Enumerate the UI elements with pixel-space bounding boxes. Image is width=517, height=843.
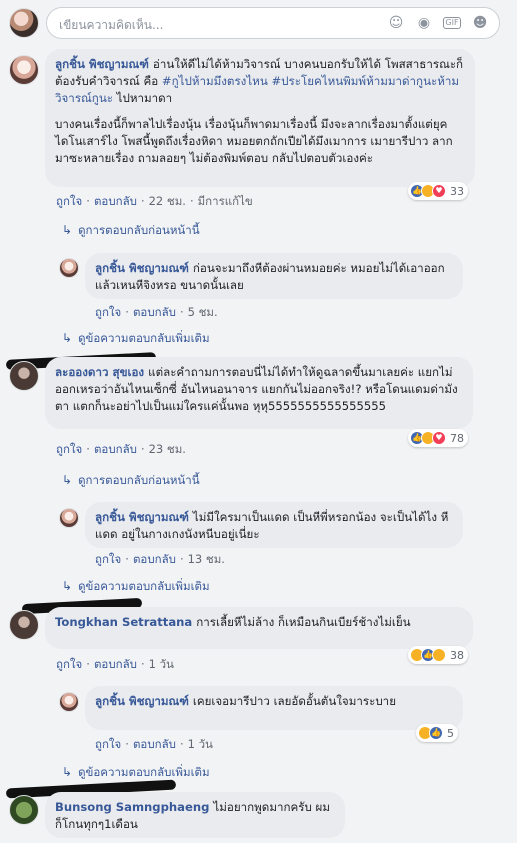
separator: · [179, 737, 184, 751]
edited-label[interactable]: มีการแก้ไข [198, 194, 253, 208]
reply-arrow-icon: ↳ [62, 331, 73, 345]
comment-actions: ถูกใจ · ตอบกลับ · 22 ชม. · มีการแก้ไข [56, 193, 253, 211]
reply-link[interactable]: ตอบกลับ [94, 194, 137, 208]
separator: · [189, 194, 194, 208]
view-previous-replies-label: ดูการตอบกลับก่อนหน้านี้ [78, 473, 200, 487]
comment-actions: ถูกใจ · ตอบกลับ · 13 ชม. [95, 551, 225, 569]
smile-icon[interactable]: ☺ [387, 14, 405, 32]
comment-author[interactable]: ลูกชิ้น พิชญามณฑ์ [95, 261, 189, 275]
comment-paragraph: บางคนเรื่องนี้ก็พาลไปเรื่องนุ้น เรื่องนุ… [55, 117, 453, 165]
reply-link[interactable]: ตอบกลับ [133, 552, 176, 566]
view-more-replies[interactable]: ↳ ดูข้อความตอบกลับเพิ่มเติม [62, 764, 210, 782]
comment-author[interactable]: ลูกชิ้น พิชญามณฑ์ [95, 510, 189, 524]
reply-arrow-icon: ↳ [62, 579, 73, 593]
comment-composer[interactable]: เขียนความคิดเห็น... ☺ ◉ GIF ☻ [46, 7, 500, 39]
view-more-replies-label: ดูข้อความตอบกลับเพิ่มเติม [78, 331, 210, 345]
reaction-count: 5 [447, 726, 454, 740]
reaction-summary[interactable]: 👍 ♥ 78 [408, 429, 468, 447]
reply-arrow-icon: ↳ [62, 765, 73, 779]
separator: · [140, 194, 145, 208]
separator: · [125, 737, 129, 751]
reply-link[interactable]: ตอบกลับ [133, 737, 176, 751]
comment-actions: ถูกใจ · ตอบกลับ · 1 วัน [95, 736, 213, 754]
reply-arrow-icon: ↳ [62, 473, 73, 487]
separator: · [140, 442, 145, 456]
reaction-summary[interactable]: 👍 5 [416, 724, 458, 742]
comment-bubble: Tongkhan Setrattana การเลี้ยหีไม่ล้าง ก็เ… [45, 607, 473, 649]
comment-bubble: ลูกชิ้น พิชญามณฑ์ อ่านให้ดีไม่ได้ห้ามวิจา… [45, 49, 475, 187]
comment-bubble: ลูกชิ้น พิชญามณฑ์ เคยเจอมารีปาว เลยอัดอั้… [85, 686, 463, 730]
timestamp[interactable]: 1 วัน [149, 657, 174, 671]
love-icon: ♥ [432, 431, 446, 445]
like-link[interactable]: ถูกใจ [95, 737, 121, 751]
avatar[interactable] [59, 508, 79, 528]
comment-bubble: Bunsong Samngphaeng ไม่อยากพูดมากครับ ผมก… [45, 792, 345, 838]
separator: · [125, 552, 129, 566]
like-link[interactable]: ถูกใจ [95, 305, 121, 319]
reply-link[interactable]: ตอบกลับ [94, 442, 137, 456]
timestamp[interactable]: 22 ชม. [149, 194, 186, 208]
separator: · [86, 657, 90, 671]
like-link[interactable]: ถูกใจ [56, 657, 82, 671]
comment-text: การเลี้ยหีไม่ล้าง ก็เหมือนกินเบียร์ช้างไ… [196, 615, 411, 629]
reply-link[interactable]: ตอบกลับ [94, 657, 137, 671]
reaction-count: 33 [450, 184, 464, 198]
camera-icon[interactable]: ◉ [415, 14, 433, 32]
reaction-count: 38 [450, 648, 464, 662]
reply-link[interactable]: ตอบกลับ [133, 305, 176, 319]
view-more-replies-label: ดูข้อความตอบกลับเพิ่มเติม [78, 765, 210, 779]
view-previous-replies[interactable]: ↳ ดูการตอบกลับก่อนหน้านี้ [62, 472, 200, 490]
comment-author[interactable]: ละอองดาว สุขเอง [55, 365, 144, 379]
separator: · [86, 194, 90, 208]
avatar[interactable] [59, 258, 79, 278]
like-link[interactable]: ถูกใจ [56, 442, 82, 456]
avatar[interactable] [9, 361, 39, 391]
composer-placeholder: เขียนความคิดเห็น... [59, 18, 164, 32]
reaction-summary[interactable]: 👍 38 [408, 646, 468, 664]
avatar[interactable] [9, 795, 39, 825]
reaction-summary[interactable]: 👍 ♥ 33 [408, 182, 468, 200]
avatar[interactable] [9, 55, 39, 85]
view-more-replies-label: ดูข้อความตอบกลับเพิ่มเติม [78, 579, 210, 593]
view-more-replies[interactable]: ↳ ดูข้อความตอบกลับเพิ่มเติม [62, 330, 210, 348]
like-link[interactable]: ถูกใจ [95, 552, 121, 566]
comment-bubble: ลูกชิ้น พิชญามณฑ์ ไม่มีใครมาเป็นแดด เป็นห… [85, 502, 463, 548]
current-user-avatar[interactable] [9, 8, 39, 38]
avatar[interactable] [9, 610, 39, 640]
hashtag[interactable]: #กูไปห้ามมึงตรงไหน [162, 74, 268, 88]
comment-actions: ถูกใจ · ตอบกลับ · 23 ชม. [56, 441, 186, 459]
comment-bubble: ละอองดาว สุขเอง แต่ละคำถามการตอบนี่ไม่ได้… [45, 357, 473, 429]
separator: · [125, 305, 129, 319]
comment-author[interactable]: ลูกชิ้น พิชญามณฑ์ [55, 57, 149, 71]
comment-actions: ถูกใจ · ตอบกลับ · 5 ชม. [95, 304, 218, 322]
comment-text: เคยเจอมารีปาว เลยอัดอั้นตันใจมาระบาย [192, 694, 396, 708]
avatar[interactable] [59, 692, 79, 712]
separator: · [179, 305, 184, 319]
separator: · [179, 552, 184, 566]
wow-icon [432, 648, 446, 662]
comment-text: ไปหามาดา [112, 91, 173, 105]
reply-arrow-icon: ↳ [62, 223, 73, 237]
comment-bubble: ลูกชิ้น พิชญามณฑ์ ก่อนจะมาถึงหีต้องผ่านหม… [85, 253, 463, 299]
sticker-icon[interactable]: ☻ [471, 14, 489, 32]
separator: · [86, 442, 90, 456]
comment-author[interactable]: ลูกชิ้น พิชญามณฑ์ [95, 694, 189, 708]
view-previous-replies[interactable]: ↳ ดูการตอบกลับก่อนหน้านี้ [62, 222, 200, 240]
separator: · [140, 657, 145, 671]
timestamp[interactable]: 23 ชม. [149, 442, 186, 456]
timestamp[interactable]: 13 ชม. [188, 552, 225, 566]
like-link[interactable]: ถูกใจ [56, 194, 82, 208]
love-icon: ♥ [432, 184, 446, 198]
comment-author[interactable]: Bunsong Samngphaeng [55, 800, 209, 814]
comment-actions: ถูกใจ · ตอบกลับ · 1 วัน [56, 656, 174, 674]
view-previous-replies-label: ดูการตอบกลับก่อนหน้านี้ [78, 223, 200, 237]
like-icon: 👍 [429, 726, 443, 740]
timestamp[interactable]: 1 วัน [188, 737, 213, 751]
timestamp[interactable]: 5 ชม. [188, 305, 218, 319]
view-more-replies[interactable]: ↳ ดูข้อความตอบกลับเพิ่มเติม [62, 578, 210, 596]
comment-paragraph: ลูกชิ้น พิชญามณฑ์ อ่านให้ดีไม่ได้ห้ามวิจา… [55, 56, 465, 107]
reaction-count: 78 [450, 431, 464, 445]
gif-icon[interactable]: GIF [443, 17, 461, 29]
comment-author[interactable]: Tongkhan Setrattana [55, 615, 192, 629]
